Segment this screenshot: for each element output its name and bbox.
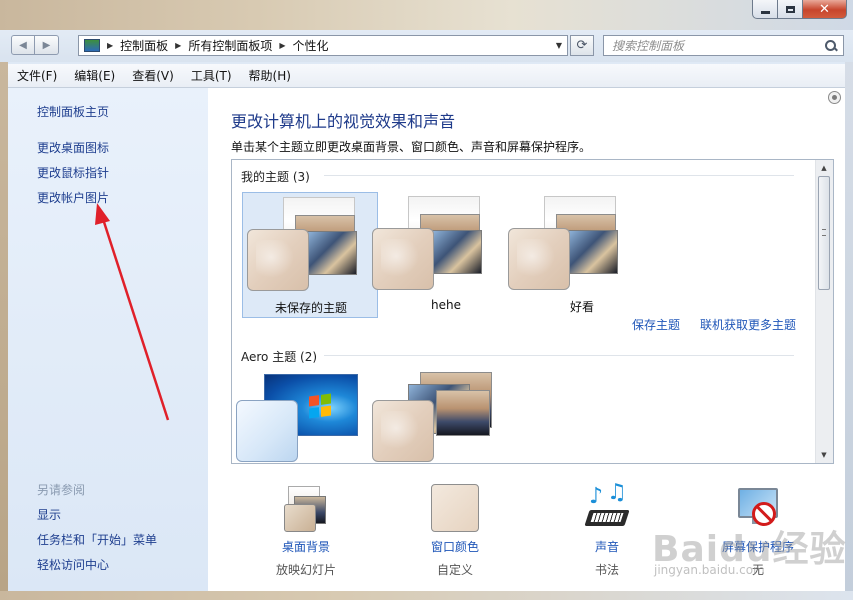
thumbnail-color-swatch [372, 400, 434, 462]
theme-aero-2[interactable] [372, 372, 514, 463]
option-subtitle: 自定义 [436, 563, 473, 577]
theme-hehe[interactable]: hehe [372, 192, 514, 318]
breadcrumb-separator-icon[interactable]: ▶ [175, 41, 181, 50]
menu-view[interactable]: 查看(V) [123, 67, 182, 84]
menu-tools[interactable]: 工具(T) [182, 67, 240, 84]
search-input[interactable] [604, 37, 814, 54]
maximize-icon[interactable] [778, 0, 803, 19]
window-color-icon [431, 484, 479, 532]
page-description: 单击某个主题立即更改桌面背景、窗口颜色、声音和屏幕保护程序。 [231, 140, 592, 154]
sidebar-change-desktop-icons[interactable]: 更改桌面图标 [37, 139, 109, 156]
theme-windows-7[interactable] [236, 372, 378, 463]
aero-themes-heading: Aero 主题 (2) [241, 350, 318, 364]
menu-edit[interactable]: 编辑(E) [65, 67, 123, 84]
nav-buttons: ◀ ▶ [11, 35, 59, 55]
main-content: 更改计算机上的视觉效果和声音 单击某个主题立即更改桌面背景、窗口颜色、声音和屏幕… [208, 88, 845, 591]
see-also-heading: 另请参阅 [37, 483, 86, 497]
sidebar-ease-of-access[interactable]: 轻松访问中心 [37, 556, 109, 573]
group-divider [324, 175, 794, 176]
thumbnail-card [307, 231, 357, 275]
thumbnail-card [436, 390, 490, 436]
save-theme-link[interactable]: 保存主题 [632, 316, 680, 333]
search-box[interactable] [603, 35, 844, 56]
thumbnail-color-swatch [236, 400, 298, 462]
thumbnail-card [568, 230, 618, 274]
help-icon[interactable] [828, 91, 841, 104]
my-themes-heading: 我的主题 (3) [241, 170, 310, 184]
sound-icon: ♪ ♫ [583, 480, 631, 532]
menu-help[interactable]: 帮助(H) [240, 67, 299, 84]
option-subtitle: 书法 [594, 563, 619, 577]
desktop-background-icon [282, 484, 330, 532]
sidebar: 控制面板主页 更改桌面图标 更改鼠标指针 更改帐户图片 另请参阅 显示 任务栏和… [8, 88, 208, 591]
scroll-thumb[interactable] [818, 176, 830, 290]
address-bar[interactable]: ▶ 控制面板 ▶ 所有控制面板项 ▶ 个性化 ▼ [78, 35, 568, 56]
thumbnail-color-swatch [508, 228, 570, 290]
get-more-themes-link[interactable]: 联机获取更多主题 [700, 316, 796, 333]
address-dropdown-icon[interactable]: ▼ [551, 36, 567, 55]
sidebar-change-mouse-pointers[interactable]: 更改鼠标指针 [37, 164, 109, 181]
sidebar-change-account-picture[interactable]: 更改帐户图片 [37, 189, 109, 206]
thumbnail-card [432, 230, 482, 274]
windows-logo-icon [309, 393, 331, 419]
control-panel-icon [84, 39, 100, 52]
group-divider [324, 355, 794, 356]
scroll-up-icon[interactable]: ▲ [816, 160, 832, 176]
title-bar: ✕ [0, 0, 853, 30]
theme-label: hehe [431, 298, 461, 312]
option-subtitle: 放映幻灯片 [275, 563, 336, 577]
breadcrumb-personalization[interactable]: 个性化 [293, 37, 329, 54]
theme-unsaved[interactable]: 未保存的主题 [242, 192, 378, 318]
menu-file[interactable]: 文件(F) [8, 67, 65, 84]
breadcrumb-all-items[interactable]: 所有控制面板项 [188, 37, 272, 54]
theme-label: 好看 [569, 300, 594, 314]
window-frame-bottom [0, 591, 853, 600]
theme-label: 未保存的主题 [274, 301, 347, 315]
thumbnail-color-swatch [372, 228, 434, 290]
breadcrumb-separator-icon[interactable]: ▶ [107, 41, 113, 50]
window-frame-left [0, 62, 8, 591]
scroll-down-icon[interactable]: ▼ [816, 447, 832, 463]
option-title[interactable]: 桌面背景 [246, 538, 366, 555]
breadcrumb-control-panel[interactable]: 控制面板 [120, 37, 168, 54]
back-button[interactable]: ◀ [11, 35, 35, 55]
window-color-option[interactable]: 窗口颜色 自定义 [395, 484, 515, 578]
option-title[interactable]: 声音 [547, 538, 667, 555]
desktop-background-option[interactable]: 桌面背景 放映幻灯片 [246, 484, 366, 578]
refresh-button[interactable]: ⟳ [570, 35, 594, 56]
forward-arrow-icon: ▶ [42, 39, 51, 51]
sound-option[interactable]: ♪ ♫ 声音 书法 [547, 480, 667, 578]
window-frame-right [845, 62, 853, 591]
close-icon[interactable]: ✕ [803, 0, 847, 19]
forward-button[interactable]: ▶ [35, 35, 59, 55]
navigation-bar: ◀ ▶ ▶ 控制面板 ▶ 所有控制面板项 ▶ 个性化 ▼ ⟳ [0, 30, 853, 62]
sidebar-display[interactable]: 显示 [37, 506, 61, 523]
search-icon[interactable] [825, 39, 837, 52]
thumbnail-color-swatch [247, 229, 309, 291]
sidebar-taskbar-start-menu[interactable]: 任务栏和「开始」菜单 [37, 531, 157, 548]
sidebar-control-panel-home[interactable]: 控制面板主页 [37, 103, 109, 120]
refresh-icon: ⟳ [576, 38, 588, 53]
back-arrow-icon: ◀ [19, 39, 27, 51]
option-title[interactable]: 窗口颜色 [395, 538, 515, 555]
baidu-watermark-url: jingyan.baidu.com [654, 563, 765, 577]
breadcrumb-separator-icon[interactable]: ▶ [279, 41, 285, 50]
gallery-scrollbar[interactable]: ▲ ▼ [815, 160, 833, 463]
menu-bar: 文件(F) 编辑(E) 查看(V) 工具(T) 帮助(H) [8, 64, 845, 88]
minimize-icon[interactable] [752, 0, 778, 19]
theme-gallery: 我的主题 (3) 未保存的主题 hehe 好看 保存主题 联机获取更多主题 Ae… [231, 159, 834, 464]
theme-haokan[interactable]: 好看 [508, 192, 650, 318]
window-controls: ✕ [752, 0, 847, 19]
page-title: 更改计算机上的视觉效果和声音 [231, 112, 456, 131]
